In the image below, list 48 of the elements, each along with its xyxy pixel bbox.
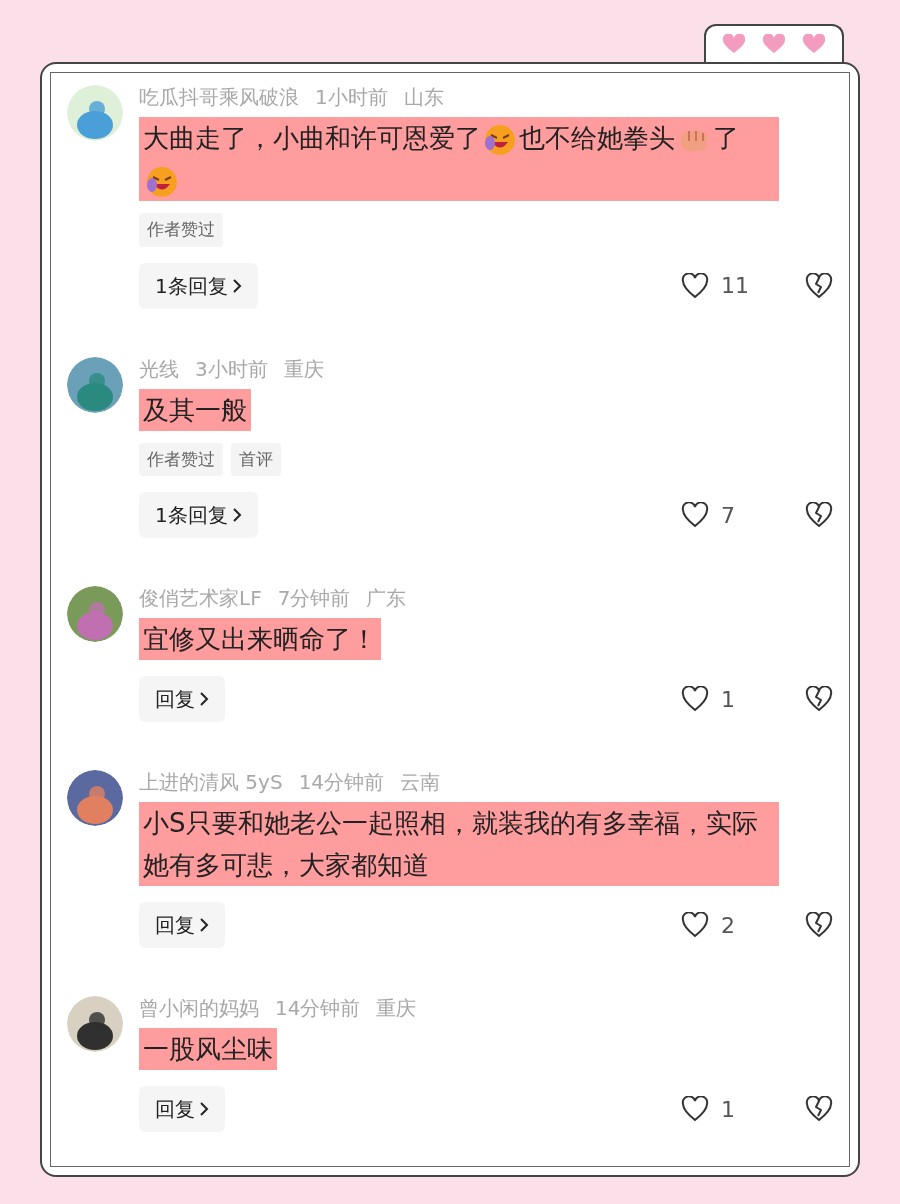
- heart-icon: [802, 34, 826, 54]
- comment-text: 大曲走了，小曲和许可恩爱了 也不给她拳头 了: [139, 117, 779, 201]
- like-count: 7: [721, 501, 735, 530]
- comment-time: 14分钟前: [298, 770, 385, 794]
- reply-button[interactable]: 回复: [139, 676, 225, 722]
- like-count: 1: [721, 1095, 735, 1124]
- chevron-right-icon: [199, 1101, 209, 1117]
- reply-button[interactable]: 1条回复: [139, 262, 258, 309]
- like-count: 2: [721, 911, 735, 940]
- comment-text: 小S只要和她老公一起照相，就装我的有多幸福，实际她有多可悲，大家都知道: [139, 802, 779, 886]
- heart-icon[interactable]: [681, 502, 709, 528]
- comment-text: 及其一般: [139, 388, 251, 431]
- comment-location: 重庆: [283, 356, 324, 381]
- heart-icon[interactable]: [681, 686, 709, 712]
- like-count: 11: [721, 272, 749, 300]
- like-count: 1: [721, 685, 735, 714]
- broken-heart-icon[interactable]: [805, 502, 833, 528]
- reply-button[interactable]: 回复: [139, 902, 225, 948]
- reply-button[interactable]: 1条回复: [139, 492, 258, 538]
- comment-tag: 作者赞过: [139, 442, 223, 476]
- comment-time: 7分钟前: [277, 586, 351, 610]
- comment-time: 14分钟前: [275, 996, 361, 1020]
- comment-time: 3小时前: [195, 356, 268, 381]
- comment-tag: 作者赞过: [139, 213, 223, 247]
- chevron-right-icon: [231, 507, 242, 523]
- comment-location: 山东: [403, 85, 444, 109]
- comment-tag: 首评: [231, 442, 281, 476]
- laughing-emoji-icon: [145, 164, 179, 199]
- broken-heart-icon[interactable]: [805, 686, 833, 712]
- heart-icon: [722, 34, 746, 54]
- comment-location: 重庆: [376, 996, 417, 1020]
- comment-text: 宜修又出来晒命了！: [139, 618, 381, 660]
- laughing-emoji-icon: [483, 122, 517, 157]
- heart-icon[interactable]: [681, 912, 709, 938]
- heart-icon: [762, 34, 786, 54]
- chevron-right-icon: [199, 691, 209, 707]
- broken-heart-icon[interactable]: [805, 272, 833, 299]
- comment-text: 一股风尘味: [139, 1028, 277, 1070]
- chevron-right-icon: [231, 277, 242, 294]
- comment-location: 广东: [366, 586, 407, 610]
- comment-location: 云南: [400, 770, 441, 794]
- broken-heart-icon[interactable]: [805, 1096, 833, 1122]
- heart-icon[interactable]: [681, 1096, 709, 1122]
- comment-time: 1小时前: [315, 85, 388, 109]
- reply-button[interactable]: 回复: [139, 1086, 225, 1132]
- broken-heart-icon[interactable]: [805, 912, 833, 938]
- chevron-right-icon: [199, 917, 209, 933]
- heart-icon[interactable]: [681, 272, 709, 299]
